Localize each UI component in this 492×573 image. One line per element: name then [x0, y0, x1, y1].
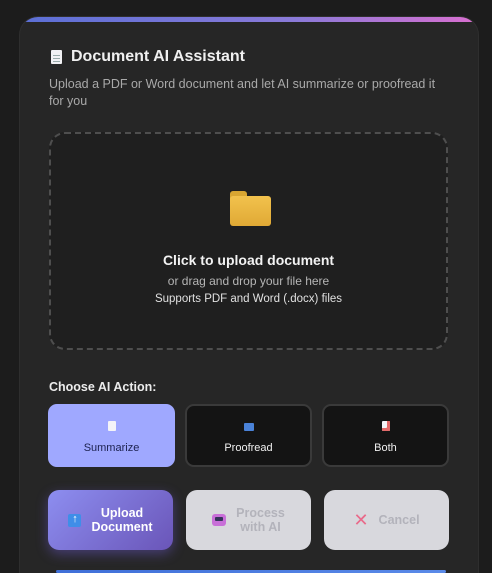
action-summarize[interactable]: Summarize	[48, 404, 175, 467]
action-heading: Choose AI Action:	[49, 380, 157, 394]
upload-dropzone[interactable]: Click to upload document or drag and dro…	[49, 132, 448, 350]
page-title: Document AI Assistant	[71, 48, 245, 65]
page-subtitle: Upload a PDF or Word document and let AI…	[49, 77, 436, 108]
dropzone-note: Supports PDF and Word (.docx) files	[154, 293, 343, 305]
dropzone-title: Click to upload document	[162, 252, 335, 268]
upload-arrow-icon	[68, 512, 82, 527]
abc-icon	[243, 423, 254, 431]
upload-label-line1: Upload	[100, 506, 144, 520]
dropzone-subtitle: or drag and drop your file here	[167, 274, 330, 288]
upload-button-label: Upload Document	[91, 506, 152, 534]
assistant-card: Document AI Assistant Upload a PDF or Wo…	[20, 17, 478, 573]
process-button-label: Process with AI	[236, 506, 285, 534]
page-pencil-icon	[381, 421, 390, 431]
accent-bar	[20, 17, 478, 22]
action-proofread[interactable]: Proofread	[185, 404, 312, 467]
cancel-button[interactable]: ✕ Cancel	[324, 490, 449, 550]
folder-icon	[230, 191, 271, 226]
action-label: Summarize	[83, 442, 140, 454]
header: Document AI Assistant	[51, 48, 245, 66]
process-with-ai-button[interactable]: Process with AI	[186, 490, 311, 550]
robot-icon	[212, 514, 227, 526]
document-icon	[51, 50, 62, 64]
process-label-line2: with AI	[240, 520, 281, 534]
action-label: Proofread	[224, 442, 273, 454]
page-icon	[107, 421, 116, 431]
cancel-button-label: Cancel	[378, 513, 420, 527]
upload-label-line2: Document	[91, 520, 153, 534]
process-label-line1: Process	[236, 506, 285, 520]
x-icon: ✕	[353, 510, 369, 530]
upload-document-button[interactable]: Upload Document	[48, 490, 173, 550]
action-label: Both	[374, 442, 397, 454]
action-both[interactable]: Both	[322, 404, 449, 467]
